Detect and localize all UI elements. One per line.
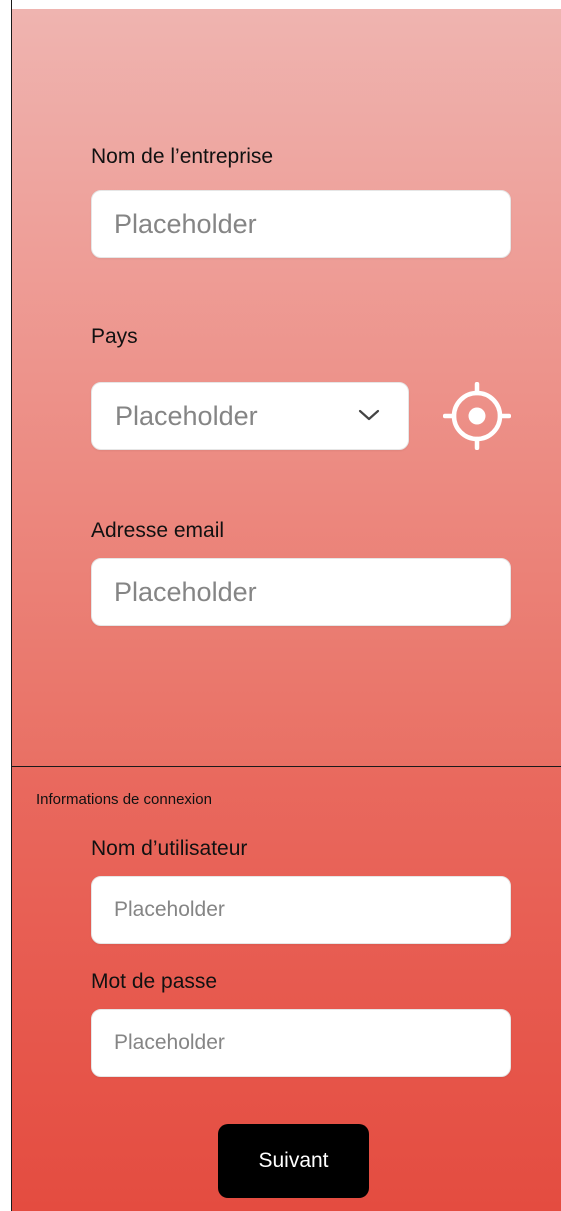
country-label: Pays bbox=[91, 325, 138, 348]
password-input[interactable] bbox=[92, 1010, 510, 1076]
login-section-title: Informations de connexion bbox=[36, 791, 212, 808]
password-field bbox=[91, 1009, 511, 1077]
password-label: Mot de passe bbox=[91, 970, 218, 993]
username-label: Nom d’utilisateur bbox=[91, 837, 248, 860]
username-input[interactable] bbox=[92, 877, 510, 943]
country-select-value: Placeholder bbox=[115, 401, 258, 431]
email-label: Adresse email bbox=[91, 519, 225, 542]
chevron-down-icon bbox=[358, 409, 380, 421]
left-border-line bbox=[11, 0, 12, 1211]
country-select[interactable]: Placeholder bbox=[91, 382, 409, 450]
email-field bbox=[91, 558, 511, 626]
company-name-field bbox=[91, 190, 511, 258]
registration-form-screen: Nom de l’entreprise Pays Placeholder Adr… bbox=[0, 0, 561, 1211]
section-divider bbox=[11, 766, 561, 767]
crosshair-locate-icon[interactable] bbox=[443, 382, 511, 450]
username-field bbox=[91, 876, 511, 944]
email-input[interactable] bbox=[92, 559, 510, 625]
company-name-input[interactable] bbox=[92, 191, 510, 257]
company-name-label: Nom de l’entreprise bbox=[91, 145, 274, 168]
next-button[interactable]: Suivant bbox=[218, 1124, 369, 1198]
